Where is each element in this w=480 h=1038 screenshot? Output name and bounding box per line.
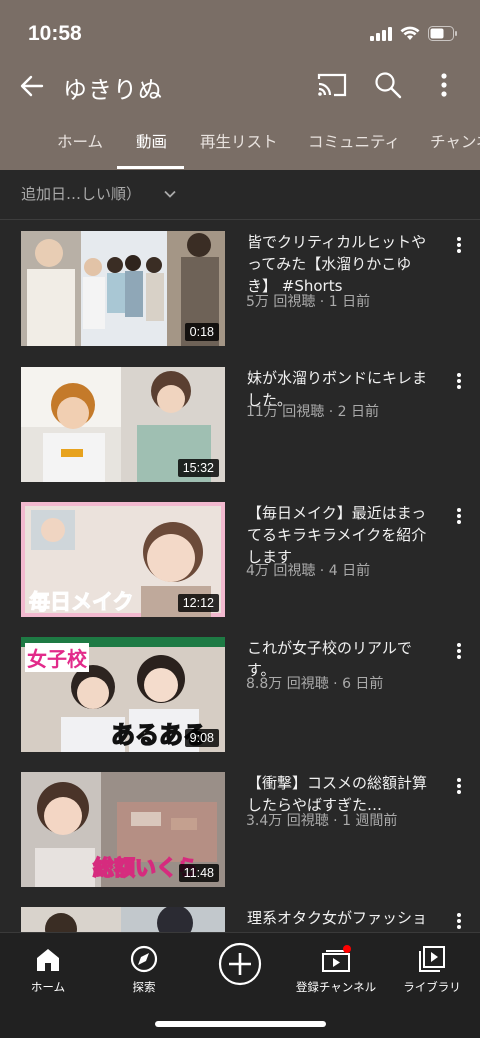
status-bar: 10:58 (0, 0, 480, 60)
status-icons (370, 26, 458, 41)
video-duration: 12:12 (177, 594, 219, 612)
home-indicator (155, 1021, 326, 1027)
more-vert-icon[interactable] (430, 69, 458, 101)
cast-icon[interactable] (316, 70, 348, 100)
more-vert-icon[interactable] (452, 371, 466, 391)
channel-tabs: ホーム 動画 再生リスト コミュニティ チャンネル (0, 120, 480, 170)
app-bar: ゆきりぬ (0, 60, 480, 110)
nav-label: ライブラリ (403, 980, 461, 994)
nav-label: ホーム (30, 980, 66, 994)
compass-icon (130, 945, 158, 973)
video-duration: 9:08 (184, 729, 219, 747)
thumbnail-image (21, 907, 225, 932)
video-thumbnail[interactable]: 女子校 あるある 9:08 (21, 637, 225, 752)
nav-subscriptions[interactable]: 登録チャンネル (288, 941, 384, 995)
video-item[interactable]: 15:32 妹が水溜りボンドにキレました。 11万 回視聴 · 2 日前 (0, 367, 480, 489)
more-vert-icon[interactable] (452, 235, 466, 255)
divider (0, 219, 480, 220)
signal-icon (370, 26, 392, 41)
status-time: 10:58 (28, 22, 82, 45)
video-meta: 5万 回視聴 · 1 日前 (246, 294, 371, 310)
channel-title: ゆきりぬ (63, 76, 163, 104)
add-icon (218, 942, 262, 986)
video-thumbnail[interactable]: 0:18 (21, 231, 225, 346)
video-title[interactable]: 皆でクリティカルヒットやってみた【水溜りかこゆき】 #Shorts (247, 231, 437, 297)
tab-videos[interactable]: 動画 (136, 130, 167, 152)
video-thumbnail[interactable]: 15:32 (21, 367, 225, 482)
tab-channels[interactable]: チャンネル (430, 130, 480, 152)
video-thumbnail[interactable] (21, 907, 225, 932)
channel-header: 10:58 ゆきりぬ ホーム 動画 再生リスト コミュニティ チャン (0, 0, 480, 170)
thumbnail-caption: 女子校 (25, 643, 89, 672)
nav-label: 登録チャンネル (295, 980, 377, 994)
more-vert-icon[interactable] (452, 776, 466, 796)
video-thumbnail[interactable]: 毎日メイク 12:12 (21, 502, 225, 617)
video-thumbnail[interactable]: 総額いくら 11:48 (21, 772, 225, 887)
back-arrow-icon[interactable] (16, 70, 48, 102)
video-meta: 3.4万 回視聴 · 1 週間前 (246, 813, 398, 829)
video-title[interactable]: 理系オタク女がファッショ (247, 907, 437, 929)
nav-create[interactable] (192, 941, 288, 987)
search-icon[interactable] (372, 69, 404, 101)
video-duration: 11:48 (178, 864, 219, 882)
video-meta: 8.8万 回視聴 · 6 日前 (246, 676, 384, 692)
nav-home[interactable]: ホーム (0, 941, 96, 995)
battery-icon (428, 26, 457, 41)
nav-label: 探索 (132, 980, 156, 994)
video-duration: 0:18 (184, 323, 219, 341)
active-tab-indicator (117, 166, 184, 169)
library-icon (419, 946, 445, 972)
chevron-down-icon[interactable] (162, 186, 178, 202)
video-meta: 4万 回視聴 · 4 日前 (246, 563, 371, 579)
thumbnail-caption: 毎日メイク (29, 590, 135, 615)
more-vert-icon[interactable] (452, 911, 466, 931)
tab-community[interactable]: コミュニティ (308, 130, 400, 152)
home-icon (37, 949, 59, 971)
tab-home[interactable]: ホーム (57, 130, 103, 152)
notification-dot (343, 945, 351, 953)
video-item[interactable]: 女子校 あるある 9:08 これが女子校のリアルです。 8.8万 回視聴 · 6… (0, 637, 480, 759)
sort-dropdown[interactable]: 追加日…しい順） (21, 183, 141, 204)
nav-library[interactable]: ライブラリ (384, 941, 480, 995)
video-item[interactable]: 0:18 皆でクリティカルヒットやってみた【水溜りかこゆき】 #Shorts 5… (0, 231, 480, 353)
tab-playlists[interactable]: 再生リスト (200, 130, 278, 152)
wifi-icon (400, 26, 420, 40)
video-item[interactable]: 理系オタク女がファッショ (0, 907, 480, 932)
video-meta: 11万 回視聴 · 2 日前 (246, 404, 379, 420)
nav-explore[interactable]: 探索 (96, 941, 192, 995)
more-vert-icon[interactable] (452, 506, 466, 526)
subscriptions-icon (322, 945, 351, 972)
video-title[interactable]: 【毎日メイク】最近はまってるキラキラメイクを紹介します (247, 502, 437, 568)
more-vert-icon[interactable] (452, 641, 466, 661)
video-item[interactable]: 毎日メイク 12:12 【毎日メイク】最近はまってるキラキラメイクを紹介します … (0, 502, 480, 624)
video-item[interactable]: 総額いくら 11:48 【衝撃】コスメの総額計算したらやばすぎた… 3.4万 回… (0, 772, 480, 894)
video-duration: 15:32 (177, 459, 219, 477)
